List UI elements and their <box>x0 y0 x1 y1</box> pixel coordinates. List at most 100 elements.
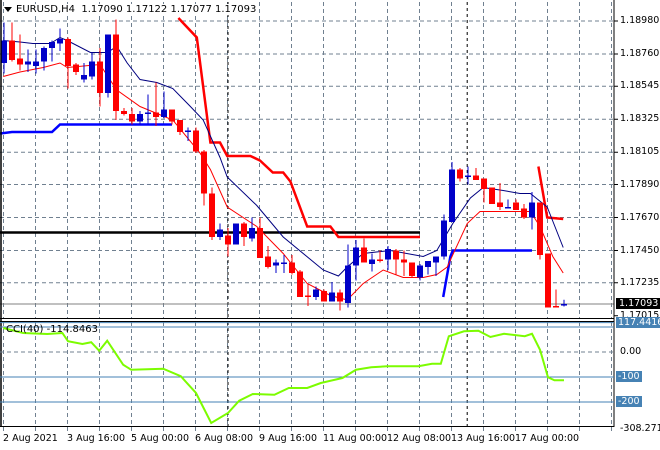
candle-body <box>145 112 151 114</box>
candle-body <box>153 112 159 117</box>
candle-body <box>489 187 495 204</box>
cci-axis-label: -100 <box>616 371 642 382</box>
candle-body <box>137 114 143 122</box>
time-axis-label: 11 Aug 00:00 <box>323 433 388 444</box>
candle-body <box>225 235 231 245</box>
candle-body <box>65 39 71 66</box>
cci-line <box>2 327 564 425</box>
candle-body <box>449 169 455 222</box>
candle-body <box>1 40 7 63</box>
price-axis-label: 1.18760 <box>620 48 660 59</box>
candle-body <box>33 61 39 66</box>
candle-body <box>457 169 463 179</box>
price-axis-label: 1.18105 <box>620 146 660 158</box>
candle-body <box>369 259 375 264</box>
candle-body <box>505 207 511 209</box>
candle-body <box>345 265 351 303</box>
candle-body <box>113 34 119 111</box>
candle-body <box>473 175 479 180</box>
price-axis-label: 1.17450 <box>620 244 660 256</box>
mt4-chart-window: EURUSD,H4 1.17090 1.17122 1.17077 1.1709… <box>0 0 660 450</box>
candle-body <box>529 202 535 218</box>
candle-body <box>241 223 247 237</box>
candle-body <box>25 61 31 65</box>
candle-body <box>161 109 167 117</box>
price-axis-label: 1.18545 <box>620 80 660 92</box>
price-axis-label: 1.17670 <box>620 211 660 223</box>
price-chart[interactable] <box>0 0 660 450</box>
candle-body <box>401 259 407 263</box>
candle-body <box>281 262 287 264</box>
symbol-timeframe: EURUSD,H4 <box>16 4 76 15</box>
candle-body <box>297 271 303 297</box>
candle-body <box>129 114 135 122</box>
candle-body <box>57 39 63 44</box>
candle-body <box>17 58 23 65</box>
price-axis-label: 1.17890 <box>620 178 660 190</box>
candle-body <box>185 130 191 132</box>
candle-body <box>433 256 439 263</box>
candle-body <box>49 42 55 48</box>
chart-header: EURUSD,H4 1.17090 1.17122 1.17077 1.1709… <box>4 4 257 15</box>
candle-body <box>73 64 79 72</box>
candle-body <box>513 202 519 210</box>
candle-body <box>393 250 399 260</box>
candle-body <box>425 261 431 267</box>
candle-body <box>257 228 263 258</box>
price-axis-label: 1.17235 <box>620 276 660 288</box>
candle-body <box>81 75 87 80</box>
blue-stop-line <box>0 123 172 135</box>
candle-body <box>169 109 175 122</box>
price-axis-label: 1.18325 <box>620 113 660 125</box>
candle-body <box>89 61 95 77</box>
candle-body <box>409 262 415 276</box>
price-axis-label: 1.18980 <box>620 15 660 26</box>
candle-body <box>97 61 103 93</box>
candle-body <box>497 202 503 207</box>
candle-body <box>417 265 423 278</box>
dropdown-triangle-icon[interactable] <box>4 6 12 12</box>
candle-body <box>465 175 471 177</box>
candle-body <box>305 295 311 297</box>
candle-body <box>9 40 15 60</box>
cci-indicator-label: CCI(40) -114.8463 <box>6 324 98 335</box>
cci-axis-label: 117.4416 <box>616 316 660 328</box>
time-axis-label: 12 Aug 08:00 <box>387 433 452 444</box>
candle-body <box>233 223 239 245</box>
ohlc-open: 1.17090 <box>81 4 123 15</box>
ohlc-high: 1.17122 <box>125 4 168 15</box>
time-axis-label: 3 Aug 16:00 <box>67 433 126 444</box>
candle-body <box>289 262 295 273</box>
candle-body <box>545 253 551 308</box>
cci-axis-label: 0.00 <box>620 346 642 357</box>
candle-body <box>537 202 543 255</box>
time-axis-label: 9 Aug 16:00 <box>259 433 318 444</box>
time-axis-label: 5 Aug 00:00 <box>131 433 190 444</box>
candle-body <box>361 247 367 263</box>
candle-body <box>321 291 327 302</box>
ohlc-close: 1.17093 <box>215 4 257 15</box>
candle-body <box>249 228 255 239</box>
cci-axis-label: -200 <box>616 396 642 407</box>
candle-body <box>273 262 279 266</box>
candle-body <box>41 48 47 62</box>
candle-body <box>121 111 127 114</box>
time-axis-label: 6 Aug 08:00 <box>195 433 254 444</box>
candle-body <box>105 34 111 93</box>
candle-body <box>177 120 183 132</box>
candle-body <box>377 259 383 261</box>
candle-body <box>561 304 567 306</box>
candle-body <box>217 229 223 237</box>
moving-average-upper-line <box>3 36 564 277</box>
blue-stop-line <box>441 249 532 298</box>
candle-body <box>441 220 447 257</box>
moving-average-lower-line <box>3 62 564 301</box>
current-price-label: 1.17093 <box>616 298 660 310</box>
candle-body <box>209 193 215 237</box>
candle-body <box>201 151 207 194</box>
candle-body <box>337 292 343 302</box>
candle-body <box>193 130 199 152</box>
candle-body <box>265 256 271 267</box>
cci-axis-label: -308.2717 <box>620 423 660 435</box>
candle-body <box>553 306 559 308</box>
